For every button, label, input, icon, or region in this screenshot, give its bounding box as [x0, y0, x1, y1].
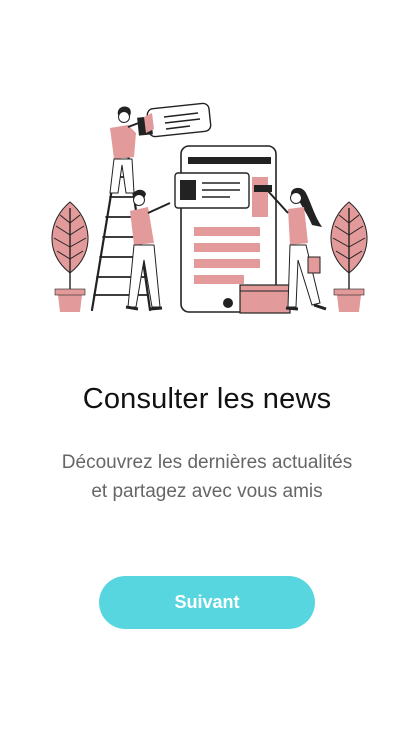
left-plant-icon	[51, 201, 89, 312]
message-board-icon	[137, 102, 212, 138]
next-button[interactable]: Suivant	[99, 576, 315, 629]
news-team-illustration-icon	[51, 102, 368, 314]
onboarding-title: Consulter les news	[82, 383, 332, 415]
box-icon	[239, 284, 291, 314]
onboarding-screen: Consulter les news Découvrez les dernièr…	[0, 0, 414, 736]
right-plant-icon	[330, 201, 368, 312]
onboarding-description: Découvrez les dernières actualités et pa…	[30, 448, 384, 506]
description-line-1: Découvrez les dernières actualités	[61, 452, 353, 473]
description-line-2: et partagez avec vous amis	[91, 481, 323, 502]
